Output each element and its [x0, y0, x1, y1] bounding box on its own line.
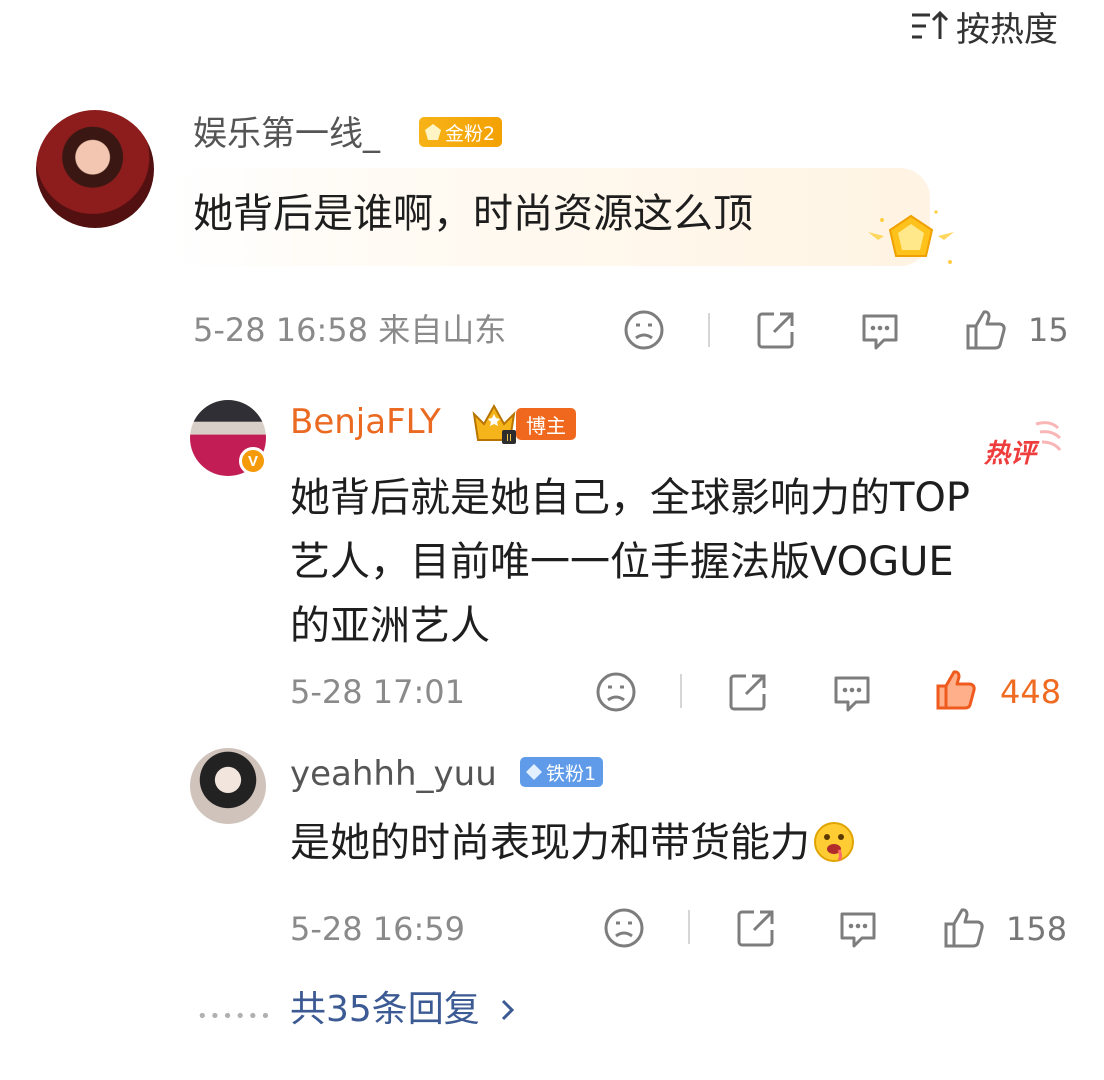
share-icon[interactable]	[754, 308, 798, 352]
reply-time: 5-28 17:01	[290, 673, 466, 711]
hot-comment-badge: 热评	[983, 421, 1062, 469]
sort-label: 按热度	[956, 9, 1058, 50]
comment-icon[interactable]	[858, 308, 902, 352]
share-icon[interactable]	[734, 906, 778, 950]
share-icon[interactable]	[726, 670, 770, 714]
comment-text: 她背后是谁啊，时尚资源这么顶	[193, 191, 753, 237]
fan-badge[interactable]: 金粉2	[419, 117, 503, 147]
like-count: 158	[1006, 910, 1068, 948]
like-count: 15	[1028, 311, 1069, 349]
divider	[680, 674, 682, 708]
comment-icon[interactable]	[830, 670, 874, 714]
liked-icon[interactable]	[934, 668, 978, 712]
drool-face-emoji-icon	[814, 822, 854, 862]
chevron-right-icon	[501, 999, 514, 1021]
comment-icon[interactable]	[836, 906, 880, 950]
more-replies-label: 共35条回复	[290, 989, 480, 1030]
sort-icon	[912, 10, 948, 39]
svg-text:热评: 热评	[983, 439, 1040, 469]
reply-text: 是她的时尚表现力和带货能力	[290, 815, 856, 871]
verified-v-icon: V	[239, 447, 267, 475]
gold-gem-icon	[425, 124, 441, 140]
like-icon[interactable]	[964, 308, 1008, 352]
reply-text: 她背后就是她自己，全球影响力的TOP艺人，目前唯一一位手握法版VOGUE的亚洲艺…	[290, 475, 971, 649]
like-icon[interactable]	[942, 906, 986, 950]
diamond-icon	[526, 764, 542, 780]
comment-time-location: 5-28 16:58 来自山东	[193, 311, 507, 349]
dislike-face-icon[interactable]	[594, 670, 638, 714]
fan-badge-label: 金粉2	[445, 122, 496, 145]
thread-dots: ••••••	[197, 1006, 273, 1027]
sort-by-hot-button[interactable]: 按热度	[910, 4, 1058, 50]
reply-text-body: 是她的时尚表现力和带货能力	[290, 820, 810, 866]
dislike-face-icon[interactable]	[622, 308, 666, 352]
avatar[interactable]	[190, 748, 266, 824]
avatar[interactable]	[36, 110, 154, 228]
more-replies-link[interactable]: 共35条回复	[290, 986, 518, 1034]
dislike-face-icon[interactable]	[602, 906, 646, 950]
reply-username[interactable]: BenjaFLY	[290, 400, 441, 444]
fan-badge[interactable]: 铁粉1	[520, 757, 604, 787]
crown-icon: II	[472, 403, 516, 444]
reply-username[interactable]: yeahhh_yuu	[290, 752, 497, 796]
gold-crest-decoration-icon	[868, 210, 954, 264]
reply-time: 5-28 16:59	[290, 910, 466, 948]
comment-username[interactable]: 娱乐第一线_	[193, 112, 380, 156]
blogger-badge: 博主	[516, 408, 576, 440]
divider	[688, 910, 690, 944]
svg-text:II: II	[506, 433, 512, 444]
divider	[708, 313, 710, 347]
like-count: 448	[1000, 673, 1062, 711]
fan-badge-label: 铁粉1	[546, 762, 597, 785]
